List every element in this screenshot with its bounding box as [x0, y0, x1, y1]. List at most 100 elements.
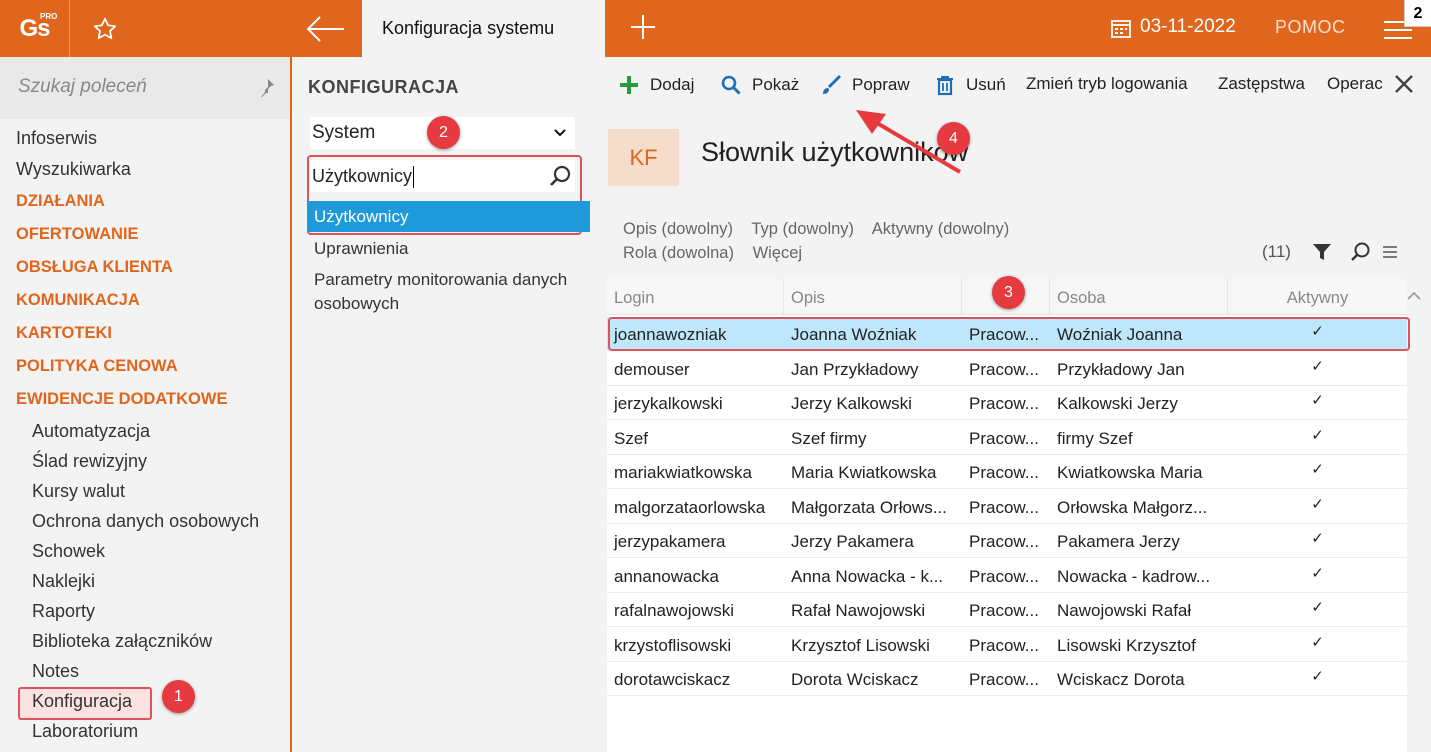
column-header-login[interactable]: Login [607, 279, 784, 315]
new-tab-plus-icon[interactable] [626, 10, 660, 46]
result-item-uzytkownicy[interactable]: Użytkownicy [308, 201, 590, 232]
cell-aktywny: ✓ [1311, 668, 1324, 685]
filter-opis[interactable]: Opis (dowolny) [623, 220, 733, 238]
sidebar-category-ofertowanie[interactable]: OFERTOWANIE [0, 218, 290, 251]
sidebar-item-laboratorium[interactable]: Laboratorium [0, 716, 290, 746]
cell-osoba: Nawojowski Rafał [1057, 601, 1192, 620]
table-row[interactable]: jerzykalkowski Jerzy Kalkowski Pracow... Ka… [607, 386, 1407, 420]
cell-login: demouser [614, 359, 690, 379]
annotation-marker-1: 1 [162, 680, 195, 713]
cell-login: krzystoflisowski [614, 635, 732, 655]
back-arrow-icon[interactable] [300, 12, 350, 46]
sidebar-item-konfiguracja[interactable]: Konfiguracja [0, 686, 290, 720]
substitutes-button[interactable]: Zastępstwa [1218, 74, 1305, 94]
sidebar-item-notes[interactable]: Notes [0, 656, 290, 686]
sidebar-category-polityka-cenowa[interactable]: POLITYKA CENOWA [0, 350, 290, 383]
calendar-icon[interactable] [1110, 17, 1132, 39]
cell-opis: Małgorzata Orłows... [791, 497, 947, 517]
annotation-arrow-icon [856, 110, 962, 174]
table-row[interactable]: rafalnawojowski Rafał Nawojowski Pracow...… [607, 593, 1407, 627]
app-logo[interactable]: Gs PRO [0, 0, 70, 57]
module-badge: KF [608, 129, 679, 186]
change-login-mode-button[interactable]: Zmień tryb logowania [1026, 74, 1188, 94]
tab-konfiguracja-systemu[interactable]: Konfiguracja systemu [362, 0, 605, 57]
funnel-filter-icon[interactable] [1312, 242, 1332, 262]
sidebar-item-automatyzacja[interactable]: Automatyzacja [0, 416, 290, 446]
table-row[interactable]: dorotawciskacz Dorota Wciskacz Pracow... Wc… [607, 662, 1407, 696]
text-cursor [413, 166, 415, 189]
sidebar-item-naklejki[interactable]: Naklejki [0, 566, 290, 596]
cell-login: jerzypakamera [614, 532, 726, 551]
sidebar-category-komunikacja[interactable]: KOMUNIKACJA [0, 284, 290, 317]
sidebar-category-kartoteki[interactable]: KARTOTEKI [0, 317, 290, 350]
cell-opis: Jerzy Pakamera [791, 532, 914, 551]
configuration-panel: KONFIGURACJA System Użytkownicy Użytkown… [294, 57, 594, 752]
cell-typ: Pracow... [969, 670, 1039, 689]
sidebar-item-ochrona-danych[interactable]: Ochrona danych osobowych [0, 506, 290, 536]
close-icon[interactable] [1393, 73, 1415, 95]
sidebar-category-ewidencje-dodatkowe[interactable]: EWIDENCJE DODATKOWE [0, 383, 290, 416]
cell-opis: Rafał Nawojowski [791, 601, 926, 620]
find-icon[interactable] [1349, 241, 1371, 263]
list-options-icon[interactable] [1383, 245, 1397, 259]
selected-row-outline [608, 317, 1410, 351]
cell-typ: Pracow... [969, 497, 1039, 517]
delete-button[interactable]: Usuń [934, 74, 1006, 96]
command-sidebar: Szukaj poleceń Infoserwis Wyszukiwarka D… [0, 57, 292, 752]
sidebar-item-wyszukiwarka[interactable]: Wyszukiwarka [0, 154, 290, 185]
table-row[interactable]: jerzypakamera Jerzy Pakamera Pracow... Paka… [607, 524, 1407, 558]
cell-login: rafalnawojowski [614, 601, 734, 620]
show-button[interactable]: Pokaż [720, 74, 799, 96]
sidebar-category-dzialania[interactable]: DZIAŁANIA [0, 185, 290, 218]
search-icon[interactable] [548, 164, 572, 188]
cell-aktywny: ✓ [1311, 392, 1324, 409]
table-row[interactable]: krzystoflisowski Krzysztof Lisowski Pracow… [607, 628, 1407, 662]
help-link[interactable]: POMOC [1275, 17, 1346, 38]
pin-icon[interactable] [256, 77, 276, 101]
operations-button[interactable]: Operac [1327, 74, 1383, 94]
table-row[interactable]: Szef Szef firmy Pracow... firmy Szef ✓ [607, 421, 1407, 455]
cell-login: jerzykalkowski [614, 394, 723, 413]
config-search-input[interactable]: Użytkownicy [310, 160, 575, 192]
brush-icon [823, 74, 842, 94]
current-date[interactable]: 03-11-2022 [1140, 16, 1236, 38]
edit-button[interactable]: Popraw [820, 74, 910, 96]
record-count: (11) [1262, 242, 1291, 261]
filter-wiecej[interactable]: Więcej [753, 244, 803, 262]
filter-rola[interactable]: Rola (dowolna) [623, 244, 734, 262]
toolbar: Dodaj Pokaż Popraw Usuń Zmień tryb logow… [594, 57, 1431, 112]
cell-opis: Jan Przykładowy [791, 359, 919, 379]
table-row[interactable]: annanowacka Anna Nowacka - k... Pracow... N… [607, 559, 1407, 593]
config-search-value: Użytkownicy [312, 166, 413, 186]
cell-osoba: firmy Szef [1057, 428, 1133, 448]
filter-bar: Opis (dowolny) Typ (dowolny) Aktywny (do… [623, 217, 1023, 265]
sidebar-item-infoserwis[interactable]: Infoserwis [0, 123, 290, 154]
table-row[interactable]: demouser Jan Przykładowy Pracow... Przykład… [607, 352, 1407, 386]
sidebar-item-schowek[interactable]: Schowek [0, 536, 290, 566]
sidebar-item-biblioteka[interactable]: Biblioteka załączników [0, 626, 290, 656]
command-search-input[interactable]: Szukaj poleceń [0, 57, 290, 119]
sidebar-item-raporty[interactable]: Raporty [0, 596, 290, 626]
cell-login: malgorzataorlowska [614, 497, 766, 517]
column-header-osoba[interactable]: Osoba [1050, 279, 1228, 315]
result-item-uprawnienia[interactable]: Uprawnienia [314, 237, 589, 261]
cell-typ: Pracow... [969, 566, 1039, 586]
column-header-aktywny[interactable]: Aktywny [1228, 279, 1407, 315]
logo-superscript: PRO [40, 12, 58, 21]
annotation-marker-2: 2 [427, 116, 460, 149]
add-button[interactable]: Dodaj [618, 74, 694, 96]
sidebar-item-kursy-walut[interactable]: Kursy walut [0, 476, 290, 506]
result-item-parametry-monitorowania[interactable]: Parametry monitorowania danych osobowych [314, 268, 589, 316]
scroll-up-chevron-icon[interactable] [1406, 289, 1422, 301]
cell-aktywny: ✓ [1311, 357, 1324, 375]
cell-opis: Krzysztof Lisowski [791, 635, 930, 655]
favorite-star-icon[interactable] [88, 12, 122, 46]
table-row[interactable]: malgorzataorlowska Małgorzata Orłows... Pr… [607, 490, 1407, 524]
sidebar-category-obsluga-klienta[interactable]: OBSŁUGA KLIENTA [0, 251, 290, 284]
filter-aktywny[interactable]: Aktywny (dowolny) [872, 220, 1010, 238]
sidebar-item-slad-rewizyjny[interactable]: Ślad rewizyjny [0, 446, 290, 476]
filter-typ[interactable]: Typ (dowolny) [751, 220, 854, 238]
table-row[interactable]: mariakwiatkowska Maria Kwiatkowska Pracow.… [607, 455, 1407, 489]
column-header-opis[interactable]: Opis [784, 279, 962, 315]
top-bar: Gs PRO Konfiguracja systemu 03-11-2022 P… [0, 0, 1431, 57]
